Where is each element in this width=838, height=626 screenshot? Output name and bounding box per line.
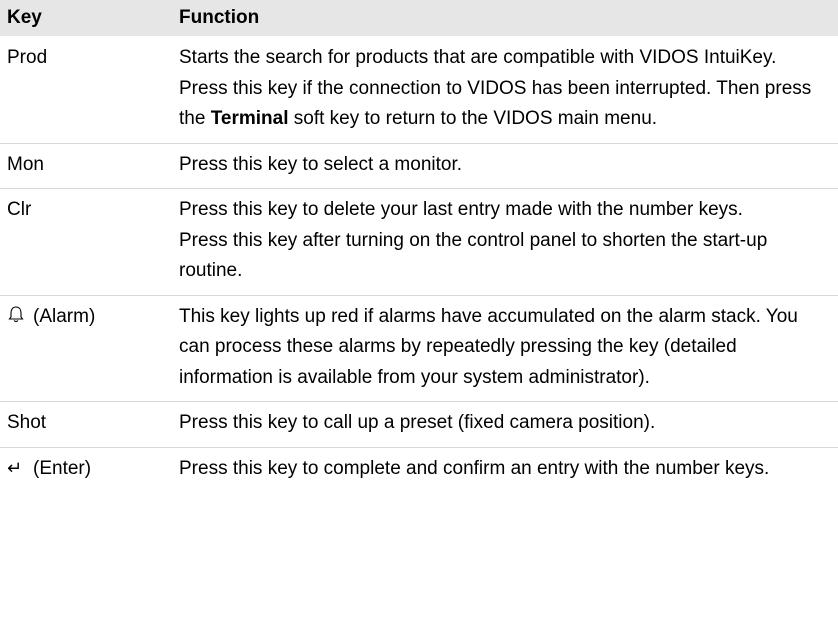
function-text: This key lights up red if alarms have ac…	[179, 305, 798, 388]
table-row: (Alarm) This key lights up red if alarms…	[0, 296, 838, 402]
function-cell: This key lights up red if alarms have ac…	[179, 302, 838, 394]
alarm-key-label: (Alarm)	[33, 305, 96, 327]
function-text-part: soft key to return to the VIDOS main men…	[288, 108, 658, 129]
table-row: Shot Press this key to call up a preset …	[0, 402, 838, 448]
table-header: Key Function	[0, 0, 838, 36]
table-body: Prod Starts the search for products that…	[0, 36, 838, 492]
function-cell: Starts the search for products that are …	[179, 43, 838, 135]
function-text: Press this key to delete your last entry…	[179, 199, 743, 220]
enter-key-label: (Enter)	[33, 457, 92, 479]
key-cell: Shot	[7, 412, 47, 433]
table-row: Mon Press this key to select a monitor.	[0, 144, 838, 189]
header-function: Function	[179, 7, 260, 28]
function-cell: Press this key to delete your last entry…	[179, 195, 838, 287]
bell-icon	[7, 302, 27, 333]
key-function-table: Key Function Prod Starts the search for …	[0, 0, 838, 492]
table-row: ↵ (Enter) Press this key to complete and …	[0, 448, 838, 493]
terminal-softkey-label: Terminal	[210, 108, 289, 129]
key-cell: Mon	[7, 153, 44, 175]
header-key: Key	[7, 7, 42, 28]
function-cell: Press this key to call up a preset (fixe…	[179, 408, 838, 439]
function-text: Press this key to call up a preset (fixe…	[179, 412, 656, 433]
function-cell: Press this key to select a monitor.	[179, 150, 838, 181]
table-row: Prod Starts the search for products that…	[0, 36, 838, 144]
table-row: Clr Press this key to delete your last e…	[0, 189, 838, 296]
key-cell: Prod	[7, 47, 48, 68]
function-cell: Press this key to complete and confirm a…	[179, 454, 838, 485]
key-cell: (Alarm)	[0, 302, 179, 394]
key-cell: ↵ (Enter)	[0, 454, 179, 485]
key-cell: Clr	[7, 199, 32, 220]
function-text: Starts the search for products that are …	[179, 47, 777, 68]
function-text: Press this key if the connection to VIDO…	[179, 74, 830, 135]
enter-icon: ↵	[7, 457, 23, 479]
function-text: Press this key after turning on the cont…	[179, 229, 768, 282]
function-text: Press this key to select a monitor.	[179, 153, 463, 175]
function-text: Press this key to complete and confirm a…	[179, 457, 770, 479]
